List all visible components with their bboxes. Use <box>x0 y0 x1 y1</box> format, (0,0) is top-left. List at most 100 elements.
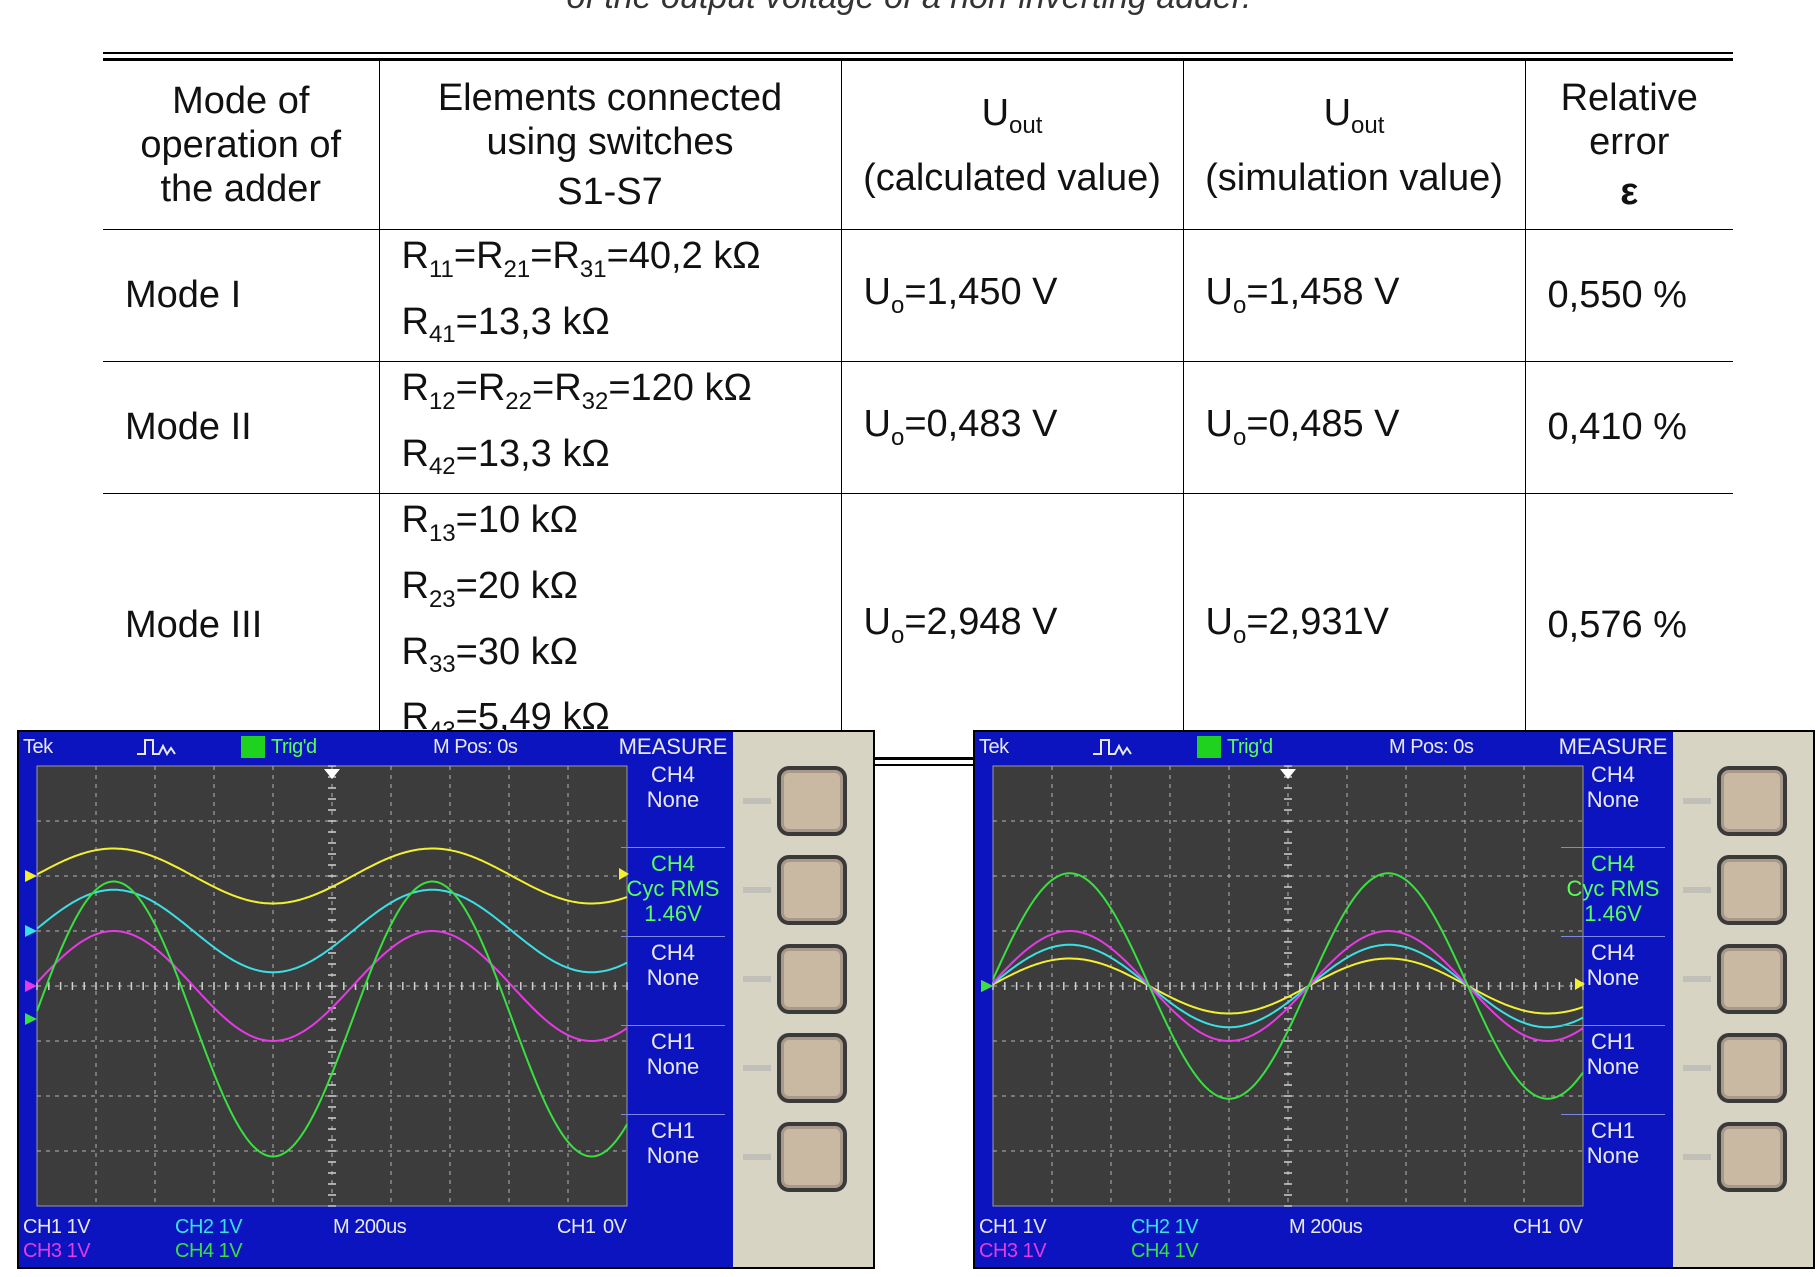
measure-menu-line: CH1 <box>650 1118 695 1143</box>
scope-display <box>25 732 873 1267</box>
voltage-symbol: U <box>1205 271 1233 314</box>
ch2-scale-label: CH2 1V <box>1131 1216 1199 1238</box>
voltage-symbol: U <box>1205 403 1233 446</box>
trigger-level-label: 0V <box>1559 1216 1583 1238</box>
voltage-symbol: U <box>863 403 891 446</box>
header-mode-line: operation of <box>140 124 342 166</box>
table-body: Mode I R11=R21=R31=40,2 kΩ R41=13,3 kΩ Uo=1… <box>103 228 1733 758</box>
trigger-status-icon <box>1197 736 1221 758</box>
measure-menu-item[interactable]: CH4 Cyc RMS 1.46V <box>613 851 733 926</box>
measure-menu-line: CH4 <box>1590 851 1635 876</box>
resistor-line: R12=R22=R32=120 kΩ <box>402 362 841 428</box>
voltage-value: =1,458 V <box>1246 271 1400 314</box>
menu-separator <box>1561 936 1665 937</box>
measure-menu-item[interactable]: CH1 None <box>1553 1029 1673 1079</box>
header-relative-error: Relative error ε <box>1524 60 1733 230</box>
measure-menu-title: MEASURE <box>618 734 728 759</box>
table-row: Mode IIIR13=10 kΩR23=20 kΩR33=30 kΩR43=5… <box>103 493 1733 758</box>
trigger-status-label: Trig'd <box>271 736 317 758</box>
resistor-text: =30 kΩ <box>455 630 579 673</box>
option-button[interactable] <box>1717 1122 1787 1192</box>
left-arrow-icon <box>1683 976 1711 982</box>
menu-separator <box>621 936 725 937</box>
measure-menu-item[interactable]: CH1 None <box>613 1029 733 1079</box>
option-button[interactable] <box>1717 944 1787 1014</box>
voltage-subscript: o <box>1232 291 1247 319</box>
measure-menu-line: None <box>646 1143 700 1168</box>
measure-menu-line: None <box>1586 1054 1640 1079</box>
resistor-text: =R <box>455 367 506 410</box>
resistor-text: R <box>401 367 429 410</box>
header-mode-line: Mode of <box>172 80 310 122</box>
voltage-subscript: o <box>890 621 905 649</box>
scope-brand-label: Tek <box>979 736 1009 758</box>
table-row: Mode II R12=R22=R32=120 kΩ R42=13,3 kΩ Uo=0… <box>103 361 1733 495</box>
voltage-symbol: U <box>863 601 891 644</box>
option-button[interactable] <box>777 1033 847 1103</box>
header-elements: Elements connected using switches S1-S7 <box>378 60 842 230</box>
ch1-scale-label: CH1 1V <box>979 1216 1047 1238</box>
measure-menu-line: CH1 <box>1590 1029 1635 1054</box>
measure-menu-item[interactable]: CH4 None <box>1553 762 1673 812</box>
left-arrow-icon <box>1683 1065 1711 1071</box>
measure-menu-item[interactable]: CH4 Cyc RMS 1.46V <box>1553 851 1673 926</box>
measure-menu-line: None <box>1586 1143 1640 1168</box>
left-arrow-icon <box>743 976 771 982</box>
option-button[interactable] <box>1717 1033 1787 1103</box>
ch3-scale-label: CH3 1V <box>979 1240 1047 1262</box>
error-value: 0,550 % <box>1547 274 1687 317</box>
measure-menu-line: CH4 <box>1590 940 1635 965</box>
header-mode: Mode of operation of the adder <box>103 60 380 230</box>
option-button[interactable] <box>1717 766 1787 836</box>
resistor-text: R <box>401 564 429 607</box>
resistor-line: R11=R21=R31=40,2 kΩ <box>402 230 841 296</box>
resistor-text: =13,3 kΩ <box>455 432 610 475</box>
cell-elements: R11=R21=R31=40,2 kΩ R41=13,3 kΩ <box>378 228 842 363</box>
left-arrow-icon <box>1683 887 1711 893</box>
header-elements-line: Elements connected <box>437 77 783 119</box>
cell-relative-error: 0,410 % <box>1524 361 1733 495</box>
trigger-source-label: CH1 <box>1513 1216 1552 1238</box>
option-button[interactable] <box>777 1122 847 1192</box>
resistor-index: 31 <box>579 255 607 283</box>
trigger-status-icon <box>241 736 265 758</box>
mode-label: Mode III <box>125 604 263 647</box>
header-err-line: error <box>1589 121 1670 163</box>
option-button[interactable] <box>777 766 847 836</box>
left-arrow-icon <box>743 798 771 804</box>
voltage-value: =2,931V <box>1246 601 1389 644</box>
measure-menu-line: CH1 <box>650 1029 695 1054</box>
measure-menu-item[interactable]: CH1 None <box>1553 1118 1673 1168</box>
error-value: 0,410 % <box>1547 406 1687 449</box>
measure-menu-item[interactable]: CH1 None <box>613 1118 733 1168</box>
left-arrow-icon <box>1683 1154 1711 1160</box>
header-err-symbol: ε <box>1620 171 1639 213</box>
option-button[interactable] <box>777 855 847 925</box>
resistor-text: =R <box>532 367 582 410</box>
voltage-symbol: U <box>863 271 891 314</box>
header-sim-note: (simulation value) <box>1205 156 1503 199</box>
figure-caption: of the output voltage of a non-inverting… <box>0 0 1818 17</box>
header-elements-line: using switches <box>486 121 734 163</box>
scope-display <box>981 732 1813 1267</box>
measure-menu-item[interactable]: CH4 None <box>613 940 733 990</box>
table-header-row: Mode of operation of the adder Elements … <box>103 60 1733 230</box>
resistor-index: 21 <box>503 255 531 283</box>
menu-separator <box>621 1025 725 1026</box>
measure-menu-line: None <box>646 965 700 990</box>
voltage-symbol: U <box>1205 601 1233 644</box>
cell-relative-error: 0,576 % <box>1524 493 1733 758</box>
option-button[interactable] <box>1717 855 1787 925</box>
measure-menu-item[interactable]: CH4 None <box>1553 940 1673 990</box>
resistor-index: 13 <box>428 519 456 547</box>
measure-menu-line: 1.46V <box>1584 901 1642 926</box>
measure-menu-item[interactable]: CH4 None <box>613 762 733 812</box>
option-button[interactable] <box>777 944 847 1014</box>
left-arrow-icon <box>743 1154 771 1160</box>
resistor-text: R <box>401 432 429 475</box>
cell-calculated: Uo=1,450 V <box>840 228 1184 363</box>
cell-simulation: Uo=1,458 V <box>1182 228 1526 363</box>
measure-menu-line: Cyc RMS <box>626 876 720 901</box>
resistor-index: 42 <box>428 453 456 481</box>
ch1-scale-label: CH1 1V <box>23 1216 91 1238</box>
